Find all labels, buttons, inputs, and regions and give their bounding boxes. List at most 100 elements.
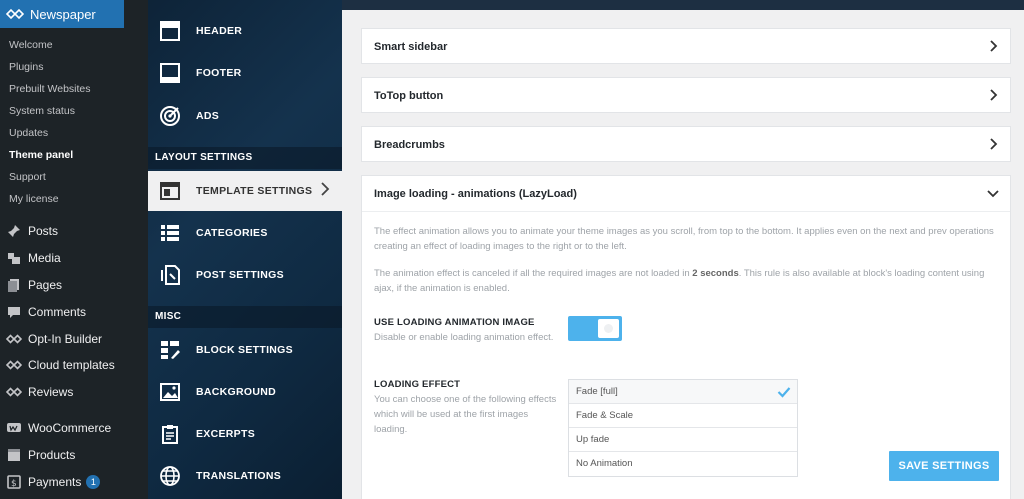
- products-icon: [6, 447, 22, 463]
- nav-categories[interactable]: CATEGORIES: [148, 213, 342, 253]
- submenu-item[interactable]: Welcome: [0, 34, 124, 56]
- admin-menu-item[interactable]: Posts: [0, 218, 124, 245]
- chevron-down-icon: [987, 190, 999, 198]
- menu-separator: [0, 406, 124, 415]
- admin-menu-item[interactable]: Products: [0, 441, 124, 468]
- loading-effect-list: Fade [full] Fade & Scale Up fade No Animati…: [568, 379, 798, 477]
- section-header[interactable]: Image loading - animations (LazyLoad): [362, 176, 1010, 212]
- option-description: Disable or enable loading animation effe…: [374, 332, 554, 343]
- submenu-item[interactable]: Updates: [0, 122, 124, 144]
- brand-menu-item[interactable]: Newspaper: [0, 0, 124, 28]
- admin-menu-item[interactable]: WooCommerce: [0, 415, 124, 442]
- option-title: USE LOADING ANIMATION IMAGE: [374, 317, 535, 328]
- nav-ads[interactable]: ADS: [148, 96, 342, 136]
- effect-option[interactable]: Fade [full]: [569, 380, 797, 404]
- chevron-right-icon: [990, 89, 998, 101]
- desc2-text: The animation effect is canceled if all …: [374, 268, 693, 279]
- top-strip: [342, 0, 1024, 10]
- target-icon: [158, 104, 182, 128]
- chevron-right-icon: [990, 40, 998, 52]
- svg-text:$: $: [11, 479, 17, 489]
- nav-block-settings-label: BLOCK SETTINGS: [196, 344, 293, 356]
- admin-menu-label: Media: [28, 251, 61, 266]
- admin-menu-label: Opt-In Builder: [28, 331, 103, 346]
- effect-option[interactable]: Up fade: [569, 428, 797, 452]
- effect-option-label: No Animation: [576, 458, 633, 469]
- chevron-right-icon: [990, 138, 998, 150]
- submenu-item[interactable]: Theme panel: [0, 144, 124, 166]
- effect-option[interactable]: No Animation: [569, 452, 797, 476]
- section-header[interactable]: Breadcrumbs: [362, 127, 1010, 163]
- comments-icon: [6, 304, 22, 320]
- option-title: LOADING EFFECT: [374, 379, 461, 390]
- submenu-item[interactable]: System status: [0, 100, 124, 122]
- nav-translations-label: TRANSLATIONS: [196, 470, 282, 482]
- header-icon: [158, 19, 182, 43]
- theme-panel-nav: HEADER FOOTER ADS LAYOUT SETTINGS TEMPLA…: [124, 0, 342, 499]
- admin-menu-label: Cloud templates: [28, 358, 115, 373]
- post-icon: [158, 263, 182, 287]
- nav-post-settings[interactable]: POST SETTINGS: [148, 255, 342, 295]
- admin-menu-item[interactable]: Reviews: [0, 379, 124, 406]
- admin-menu-item[interactable]: Comments: [0, 298, 124, 325]
- pages-icon: [6, 277, 22, 293]
- nav-block-settings[interactable]: BLOCK SETTINGS: [148, 330, 342, 370]
- effect-option-label: Fade & Scale: [576, 410, 634, 421]
- chevron-right-icon: [320, 181, 330, 201]
- toggle-knob: [598, 319, 619, 338]
- submenu-item[interactable]: Support: [0, 166, 124, 188]
- settings-content: Smart sidebar ToTop button Breadcrumbs I…: [342, 0, 1024, 499]
- section-title: Smart sidebar: [374, 41, 448, 53]
- nav-header-label: HEADER: [196, 25, 243, 37]
- clipboard-icon: [158, 422, 182, 446]
- nav-excerpts[interactable]: EXCERPTS: [148, 414, 342, 454]
- lazyload-description-1: The effect animation allows you to anima…: [374, 226, 994, 252]
- woocommerce-icon: [6, 420, 22, 436]
- admin-menu-label: Payments: [28, 474, 82, 489]
- save-settings-button[interactable]: SAVE SETTINGS: [889, 451, 999, 481]
- submenu-item[interactable]: My license: [0, 188, 124, 210]
- admin-menu-item[interactable]: Media: [0, 245, 124, 272]
- submenu-item[interactable]: Plugins: [0, 56, 124, 78]
- section-header[interactable]: Smart sidebar: [362, 29, 1010, 65]
- image-icon: [158, 380, 182, 404]
- nav-post-settings-label: POST SETTINGS: [196, 269, 284, 281]
- section-title: Image loading - animations (LazyLoad): [374, 187, 577, 200]
- admin-menu-item[interactable]: Pages: [0, 272, 124, 299]
- admin-menu-label: Comments: [28, 304, 87, 319]
- nav-background[interactable]: BACKGROUND: [148, 372, 342, 412]
- template-icon: [158, 179, 182, 203]
- effect-option[interactable]: Fade & Scale: [569, 404, 797, 428]
- brand-label: Newspaper: [30, 6, 96, 22]
- desc2-bold: 2 seconds: [692, 268, 739, 279]
- lazyload-description-2: The animation effect is canceled if all …: [362, 266, 1012, 296]
- admin-menu-item[interactable]: $ Payments 1: [0, 468, 124, 495]
- totop-section[interactable]: ToTop button: [361, 77, 1011, 113]
- nav-header[interactable]: HEADER: [148, 11, 342, 51]
- admin-menu-label: WooCommerce: [28, 420, 112, 435]
- tagdiv-icon: [6, 331, 22, 347]
- media-icon: [6, 250, 22, 266]
- section-misc: MISC: [148, 306, 342, 328]
- section-header[interactable]: ToTop button: [362, 78, 1010, 114]
- breadcrumbs-section[interactable]: Breadcrumbs: [361, 126, 1011, 162]
- use-animation-toggle[interactable]: [568, 316, 622, 341]
- submenu-item[interactable]: Prebuilt Websites: [0, 78, 124, 100]
- nav-translations[interactable]: TRANSLATIONS: [148, 456, 342, 496]
- tagdiv-icon: [6, 357, 22, 373]
- smart-sidebar-section[interactable]: Smart sidebar: [361, 28, 1011, 64]
- nav-ads-label: ADS: [196, 110, 220, 122]
- lazyload-section: Image loading - animations (LazyLoad) Th…: [361, 175, 1011, 499]
- nav-template-settings[interactable]: TEMPLATE SETTINGS: [148, 171, 342, 211]
- payments-icon: $: [6, 474, 22, 490]
- effect-option-label: Up fade: [576, 434, 610, 445]
- admin-menu-label: Posts: [28, 224, 59, 239]
- admin-menu-item[interactable]: Opt-In Builder: [0, 325, 124, 352]
- admin-menu-label: Pages: [28, 277, 63, 292]
- nav-footer[interactable]: FOOTER: [148, 53, 342, 93]
- globe-icon: [158, 464, 182, 488]
- block-settings-icon: [158, 338, 182, 362]
- pin-icon: [6, 223, 22, 239]
- admin-menu-item[interactable]: Cloud templates: [0, 352, 124, 379]
- section-title: Breadcrumbs: [374, 139, 445, 151]
